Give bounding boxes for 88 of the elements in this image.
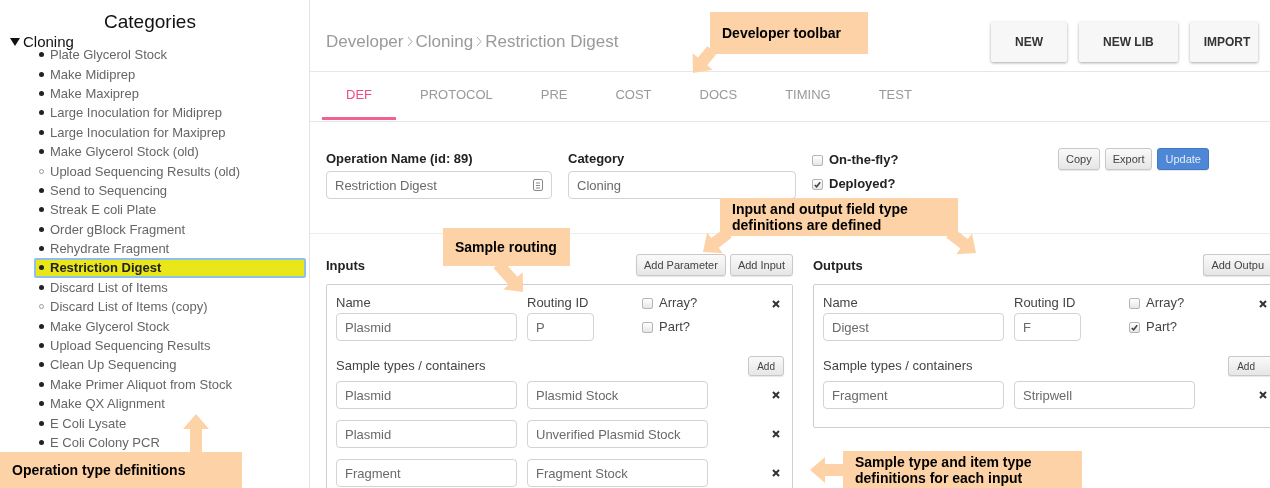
callout: Sample routing — [443, 228, 570, 266]
toolbar-button[interactable]: NEW — [991, 21, 1067, 62]
operation-item[interactable]: Clean Up Sequencing — [34, 355, 306, 375]
add-button[interactable]: Add — [748, 356, 784, 376]
operation-item[interactable]: Make QX Alignment — [34, 394, 306, 414]
callout: Sample type and item type definitions for each input — [843, 451, 1082, 488]
operation-item[interactable]: Upload Sequencing Results (old) — [34, 161, 306, 181]
chevron-icon — [476, 36, 483, 47]
checkbox-label: Array? — [659, 295, 698, 311]
checkbox-label: Array? — [1146, 295, 1185, 311]
operation-item[interactable]: Make Primer Aliquot from Stock — [34, 374, 306, 395]
operation-item[interactable]: E Coli Lysate — [34, 413, 306, 433]
container-field[interactable]: Plasmid Stock — [527, 381, 708, 409]
name-field[interactable]: Digest — [823, 313, 1004, 341]
operation-item[interactable]: E Coli Colony PCR — [34, 432, 306, 453]
checkbox-label: Part? — [1146, 319, 1178, 335]
add-button[interactable]: Add — [1228, 356, 1270, 376]
category-field[interactable]: Cloning — [568, 171, 796, 199]
sample-type-field[interactable]: Fragment — [823, 381, 1004, 409]
checkbox[interactable] — [642, 297, 653, 309]
operation-item[interactable]: Rehydrate Fragment — [34, 238, 306, 259]
checkbox[interactable] — [812, 178, 823, 190]
operation-item[interactable]: Send to Sequencing — [34, 180, 306, 201]
field-label: Category — [568, 151, 626, 167]
operation-item[interactable]: Streak E coli Plate — [34, 200, 306, 220]
breadcrumb-current: Restriction Digest — [485, 31, 619, 52]
close-icon[interactable] — [772, 300, 780, 308]
toolbar-button[interactable]: IMPORT — [1189, 21, 1259, 62]
operation-item[interactable]: Make Glycerol Stock (old) — [34, 141, 306, 162]
checkbox-label: Deployed? — [829, 176, 896, 192]
sidebar-title: Categories — [103, 10, 197, 34]
operation-item[interactable]: Make Maxiprep — [34, 83, 306, 104]
action-button[interactable]: Export — [1104, 148, 1153, 170]
name-field[interactable]: Restriction Digest — [326, 171, 552, 199]
operation-item[interactable]: Discard List of Items — [34, 277, 306, 298]
close-icon[interactable] — [772, 430, 780, 438]
field-label: Operation Name (id: 89) — [326, 151, 474, 167]
close-icon[interactable] — [772, 391, 780, 399]
toolbar-button[interactable]: NEW LIB — [1079, 21, 1178, 62]
arrow — [810, 457, 846, 483]
card-icon — [533, 179, 543, 191]
operation-item[interactable]: Upload Sequencing Results — [34, 335, 306, 356]
routing-id-field[interactable]: P — [527, 313, 594, 341]
close-icon[interactable] — [1259, 300, 1267, 308]
operation-item[interactable]: Make Glycerol Stock — [34, 316, 306, 336]
add-button[interactable]: Add Parameter — [635, 254, 726, 276]
field-label: Name — [823, 295, 859, 311]
operation-item[interactable]: Order gBlock Fragment — [34, 219, 306, 239]
container-field[interactable]: Stripwell — [1014, 381, 1195, 409]
operation-item[interactable]: Large Inoculation for Maxiprep — [34, 122, 306, 142]
checkbox[interactable] — [1129, 321, 1140, 333]
tab[interactable]: DEF — [322, 72, 396, 120]
section-title: Outputs — [813, 257, 863, 273]
name-field[interactable]: Plasmid — [336, 313, 517, 341]
category-toggle[interactable]: Cloning — [0, 34, 74, 50]
add-button[interactable]: Add Input — [729, 254, 793, 276]
field-label: Routing ID — [1014, 295, 1077, 311]
sample-type-field[interactable]: Plasmid — [336, 381, 517, 409]
checkbox-label: Part? — [659, 319, 691, 335]
chevron-icon — [406, 36, 413, 47]
container-field[interactable]: Unverified Plasmid Stock — [527, 420, 708, 448]
add-button[interactable]: Add Outpu — [1203, 254, 1270, 276]
action-button[interactable]: Copy — [1058, 148, 1100, 170]
field-label: Name — [336, 295, 372, 311]
container-field[interactable]: Fragment Stock — [527, 459, 708, 487]
close-icon[interactable] — [772, 469, 780, 477]
close-icon[interactable] — [1259, 391, 1267, 399]
callout: Developer toolbar — [710, 12, 868, 54]
arrow — [692, 46, 717, 73]
checkbox-label: On-the-fly? — [829, 152, 899, 168]
operation-item[interactable]: Make Midiprep — [34, 64, 306, 84]
checkbox[interactable] — [642, 321, 653, 333]
field-label: Routing ID — [527, 295, 590, 311]
field-label: Sample types / containers — [823, 358, 973, 374]
operation-item[interactable]: Restriction Digest — [34, 258, 306, 278]
checkbox[interactable] — [812, 154, 823, 166]
operation-item[interactable]: Discard List of Items (copy) — [34, 297, 306, 317]
checkbox[interactable] — [1129, 297, 1140, 309]
callout: Operation type definitions — [0, 452, 242, 488]
arrow — [183, 414, 209, 455]
operation-item[interactable]: Large Inoculation for Midiprep — [34, 103, 306, 123]
routing-id-field[interactable]: F — [1014, 313, 1081, 341]
field-label: Sample types / containers — [336, 358, 486, 374]
sample-type-field[interactable]: Fragment — [336, 459, 517, 487]
action-button[interactable]: Update — [1157, 148, 1209, 170]
callout: Input and output field type definitions are defined — [720, 198, 958, 236]
sample-type-field[interactable]: Plasmid — [336, 420, 517, 448]
section-title: Inputs — [326, 257, 365, 273]
